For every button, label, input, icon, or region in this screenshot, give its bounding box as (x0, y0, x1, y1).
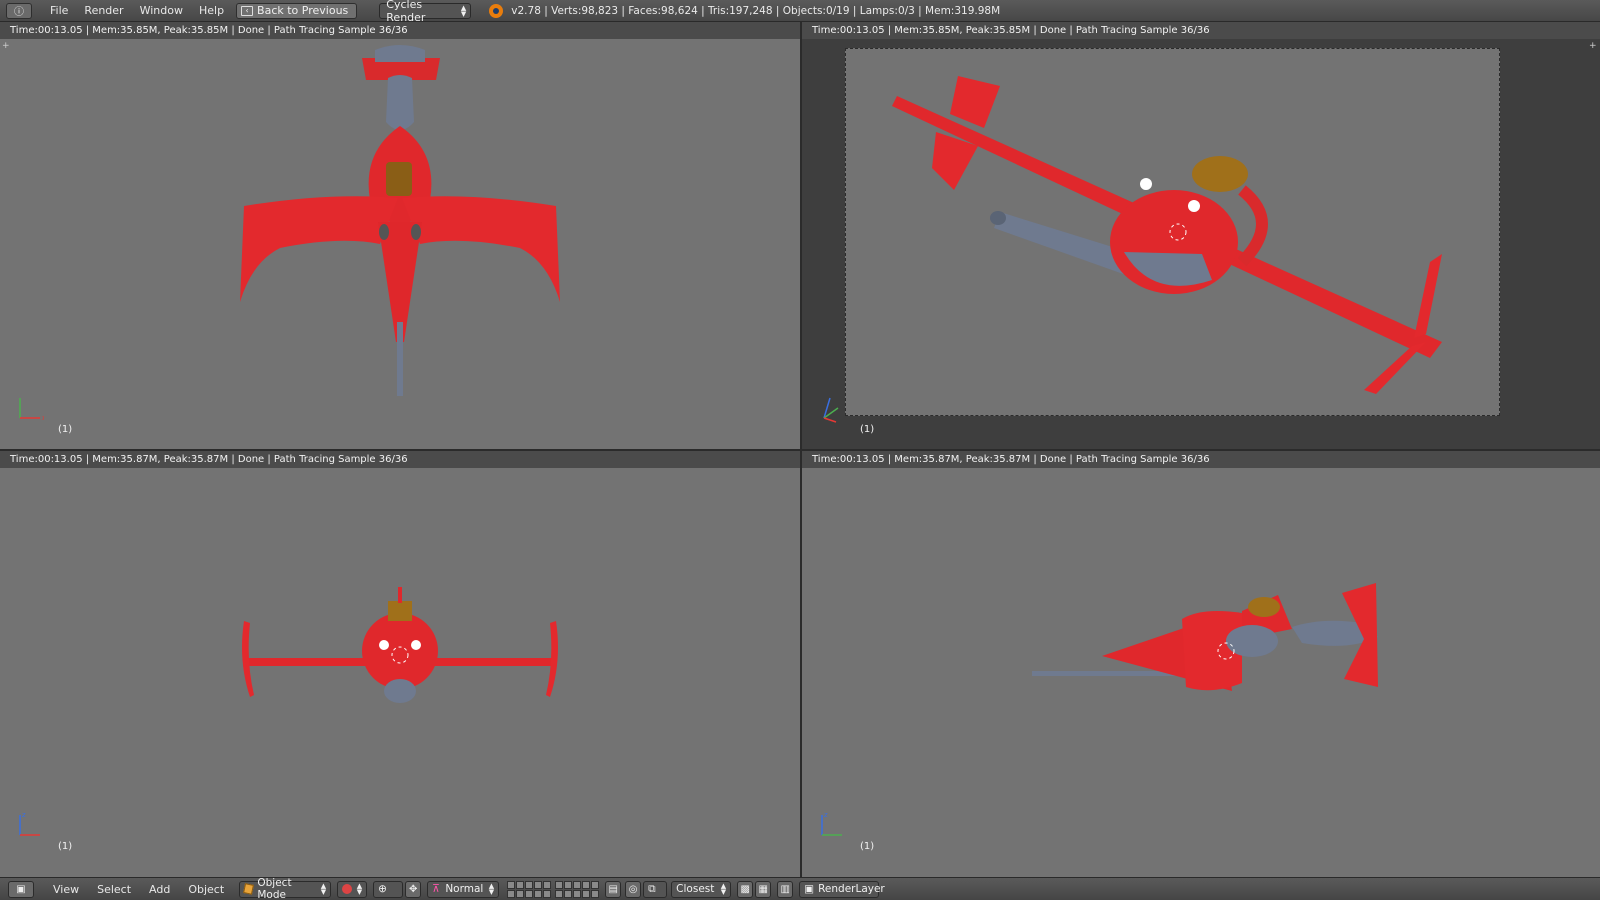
frame-number: (1) (860, 841, 875, 852)
render-border-button[interactable]: ▥ (777, 880, 794, 898)
info-icon: ⓘ (14, 7, 24, 18)
film-icon: ▦ (758, 883, 768, 895)
editor-type-button[interactable]: ⓘ (6, 2, 32, 19)
axis-gizmo-icon: z (821, 811, 842, 836)
snap-target-value: Closest (676, 883, 715, 895)
viewport-top-left[interactable]: Time:00:13.05 | Mem:35.85M, Peak:35.85M … (0, 22, 800, 449)
render-layer-select[interactable]: ▣ RenderLayer (799, 880, 885, 898)
select-arrows-icon: ▲ ▼ (720, 882, 727, 896)
render-front-view (242, 587, 558, 703)
render-engine-select[interactable]: Cycles Render ▲ ▼ (379, 0, 472, 24)
lock-camera-button[interactable]: ▤ (605, 880, 622, 898)
snap-target-select[interactable]: Closest ▲ ▼ (671, 880, 732, 898)
snap-element-select[interactable]: ⧉ (643, 880, 668, 898)
frame-number: (1) (58, 424, 73, 435)
select-arrows-icon: ▲ ▼ (356, 882, 363, 896)
svg-text:z: z (824, 811, 828, 819)
axis-gizmo-icon (823, 397, 839, 423)
proportional-icon: ◎ (628, 883, 638, 895)
scene-stats: v2.78 | Verts:98,823 | Faces:98,624 | Tr… (511, 4, 1001, 17)
menu-object[interactable]: Object (179, 883, 233, 896)
cube-view-icon: ▣ (16, 883, 26, 895)
mode-select[interactable]: Object Mode ▲ ▼ (239, 877, 332, 900)
pivot-point-select[interactable]: ⊕ (373, 880, 404, 898)
svg-text:x: x (42, 414, 44, 422)
menu-add[interactable]: Add (140, 883, 179, 896)
opengl-render-button[interactable]: ▩ (737, 880, 754, 898)
orientation-icon: ⊼ (432, 883, 440, 895)
editor-type-button[interactable]: ▣ (8, 880, 34, 898)
axis-gizmo-icon: x (19, 398, 44, 422)
menu-select[interactable]: Select (88, 883, 140, 896)
orientation-value: Normal (445, 883, 484, 895)
info-header: ⓘ File Render Window Help ‹ Back to Prev… (0, 0, 1600, 24)
3d-view-header: ▣ View Select Add Object Object Mode ▲ ▼ … (0, 877, 1600, 900)
viewport-shading-select[interactable]: ▲ ▼ (337, 880, 368, 898)
render-layer-icon: ▣ (804, 883, 815, 895)
back-to-previous-label: Back to Previous (257, 4, 349, 17)
render-side-view (1032, 583, 1378, 691)
render-top-view (240, 45, 560, 396)
rendered-shading-icon (342, 884, 353, 894)
select-arrows-icon: ▲ ▼ (460, 3, 467, 18)
render-layer-value: RenderLayer (818, 883, 885, 895)
select-arrows-icon: ▲ ▼ (488, 882, 495, 896)
frame-number: (1) (58, 841, 73, 852)
render-camera-view (892, 76, 1442, 394)
axis-gizmo-icon: z (19, 811, 40, 836)
menu-render[interactable]: Render (76, 0, 131, 22)
transform-orientation-select[interactable]: ⊼ Normal ▲ ▼ (427, 880, 500, 898)
mode-value: Object Mode (257, 877, 292, 900)
viewport-bottom-right[interactable]: Time:00:13.05 | Mem:35.87M, Peak:35.87M … (802, 451, 1600, 877)
viewport-bottom-left[interactable]: Time:00:13.05 | Mem:35.87M, Peak:35.87M … (0, 451, 800, 877)
blender-logo-icon (489, 3, 504, 18)
lock-icon: ▤ (608, 883, 618, 895)
manipulator-icon: ✥ (408, 883, 418, 895)
menu-view[interactable]: View (44, 883, 88, 896)
object-mode-icon (243, 883, 255, 895)
viewport-top-right[interactable]: Time:00:13.05 | Mem:35.85M, Peak:35.85M … (802, 22, 1600, 449)
camera-icon: ▩ (740, 883, 750, 895)
proportional-edit-button[interactable]: ◎ (625, 880, 642, 898)
select-arrows-icon: ▲ ▼ (320, 882, 327, 896)
svg-text:z: z (22, 811, 26, 819)
viewport-divider-horizontal[interactable] (0, 449, 1600, 451)
layers-grid-right[interactable] (555, 880, 600, 898)
snap-icon: ⧉ (648, 882, 656, 895)
menu-help[interactable]: Help (191, 0, 232, 22)
frame-number: (1) (860, 424, 875, 435)
opengl-animation-button[interactable]: ▦ (755, 880, 772, 898)
pivot-icon: ⊕ (378, 883, 387, 895)
layers-grid-left[interactable] (507, 880, 552, 898)
render-engine-value: Cycles Render (386, 0, 426, 24)
back-icon: ‹ (241, 5, 254, 16)
manipulator-toggle[interactable]: ✥ (405, 880, 422, 898)
back-to-previous-button[interactable]: ‹ Back to Previous (236, 2, 358, 19)
menu-window[interactable]: Window (132, 0, 191, 22)
menu-file[interactable]: File (42, 0, 76, 22)
split-icon: ▥ (780, 883, 790, 895)
